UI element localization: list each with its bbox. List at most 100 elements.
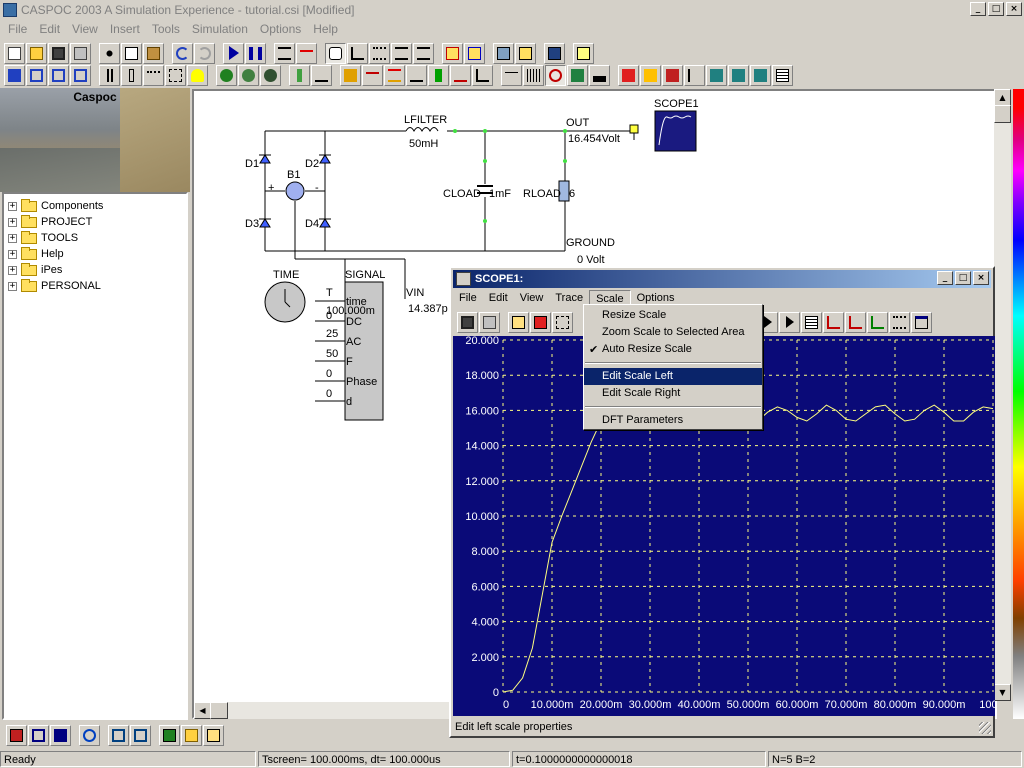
scroll-down-button[interactable]: ▼ [994,684,1011,701]
connect-left-button[interactable] [464,42,485,64]
component-red-button[interactable] [618,64,639,86]
scroll-up-button[interactable]: ▲ [994,89,1011,106]
cut-button[interactable] [99,42,120,64]
inductor-symbol[interactable] [405,127,439,133]
expand-icon[interactable]: + [8,217,17,227]
close-button[interactable]: × [1006,2,1022,16]
scope-save-button[interactable] [457,311,478,333]
help-button[interactable] [573,42,594,64]
sort-button[interactable] [684,64,705,86]
paint-tool-button[interactable] [289,64,310,86]
scale-menu-item-auto-resize-scale[interactable]: ✔ Auto Resize Scale [584,341,762,358]
scale-menu-item-dft-parameters[interactable]: DFT Parameters [584,412,762,429]
chip-tool-button[interactable] [706,64,727,86]
block-tool-button[interactable] [340,64,361,86]
globe-tool-2-button[interactable] [238,64,259,86]
scope-list-button[interactable] [889,311,910,333]
scope-lin-button[interactable] [823,311,844,333]
scope-minimize-button[interactable]: _ [937,271,953,285]
copy-button[interactable] [121,42,142,64]
maximize-button[interactable]: □ [988,2,1004,16]
connect-right-button[interactable] [442,42,463,64]
edit-component-button[interactable] [515,42,536,64]
component-yellow-button[interactable] [640,64,661,86]
wire-black-button[interactable] [406,64,427,86]
zoom-width-button[interactable] [48,64,69,86]
paint-bucket-button[interactable] [567,64,588,86]
print-button[interactable] [70,42,91,64]
select-hand-button[interactable] [325,42,346,64]
scale-menu-item-resize-scale[interactable]: Resize Scale [584,307,762,324]
expand-icon[interactable]: + [8,249,17,259]
scope-cursor-button[interactable] [508,311,529,333]
edit-notes-button[interactable] [203,724,224,746]
simulate-button[interactable] [6,724,27,746]
tile-button[interactable] [108,724,129,746]
scope-node[interactable] [629,124,639,134]
scale-menu-item-edit-scale-right[interactable]: Edit Scale Right [584,385,762,402]
clock-button[interactable] [545,64,566,86]
tree-item-ipes[interactable]: + iPes [4,262,186,278]
scope1-titlebar[interactable]: SCOPE1: _ □ × [453,270,991,288]
chip-tool-2-button[interactable] [728,64,749,86]
menu-edit[interactable]: Edit [33,22,66,36]
cascade-button[interactable] [130,724,151,746]
scope-print-button[interactable] [479,311,500,333]
scroll-left-button[interactable]: ◀ [194,702,211,719]
paste-button[interactable] [143,42,164,64]
scope-menu-view[interactable]: View [514,290,550,307]
scope-zoom-button[interactable] [530,311,551,333]
globe-tool-button[interactable] [216,64,237,86]
menu-view[interactable]: View [66,22,104,36]
tree-item-tools[interactable]: + TOOLS [4,230,186,246]
scale-menu-item-edit-scale-left[interactable]: Edit Scale Left [584,368,762,385]
menu-tools[interactable]: Tools [146,22,186,36]
zoom-100-button[interactable] [4,64,25,86]
counter-tool-button[interactable] [450,64,471,86]
tree-item-personal[interactable]: + PERSONAL [4,278,186,294]
menu-file[interactable]: File [2,22,33,36]
new-file-button[interactable] [4,42,25,64]
undo-button[interactable] [172,42,193,64]
expand-icon[interactable]: + [8,233,17,243]
probe-tool-button[interactable] [187,64,208,86]
table-tool-button[interactable] [772,64,793,86]
expand-icon[interactable]: + [8,201,17,211]
scale-menu-item-zoom-scale-to-selected-area[interactable]: Zoom Scale to Selected Area [584,324,762,341]
scroll-thumb[interactable] [994,105,1011,123]
expand-icon[interactable]: + [8,281,17,291]
transformer-tool-button[interactable] [472,64,493,86]
color-palette[interactable] [1013,89,1024,719]
redo-button[interactable] [194,42,215,64]
zoom-fit-button[interactable] [26,64,47,86]
probe-button[interactable] [347,42,368,64]
scope-table-button[interactable] [801,311,822,333]
list-button[interactable] [369,42,390,64]
refresh-button[interactable] [79,724,100,746]
cross-tool-button[interactable] [362,64,383,86]
list-view-button[interactable] [391,42,412,64]
folder-button[interactable] [181,724,202,746]
tree-item-project[interactable]: + PROJECT [4,214,186,230]
menu-help[interactable]: Help [307,22,344,36]
scope-select-area-button[interactable] [552,311,573,333]
scope-window-button[interactable] [911,311,932,333]
menu-simulation[interactable]: Simulation [186,22,254,36]
scope-log-button[interactable] [845,311,866,333]
scope-axis-button[interactable] [867,311,888,333]
menu-insert[interactable]: Insert [104,22,146,36]
hierarchy-button[interactable] [28,724,49,746]
scope-forward-button[interactable] [779,311,800,333]
save-button[interactable] [48,42,69,64]
bar-tool-button[interactable] [589,64,610,86]
component-mixed-button[interactable] [662,64,683,86]
expand-icon[interactable]: + [8,265,17,275]
capacitor-tool-button[interactable] [99,64,120,86]
inductor-tool-button[interactable] [143,64,164,86]
scope-menu-edit[interactable]: Edit [483,290,514,307]
minimize-button[interactable]: _ [970,2,986,16]
grid-button[interactable] [523,64,544,86]
tree-item-help[interactable]: + Help [4,246,186,262]
switch-tool-button[interactable] [428,64,449,86]
scope-maximize-button[interactable]: □ [955,271,971,285]
